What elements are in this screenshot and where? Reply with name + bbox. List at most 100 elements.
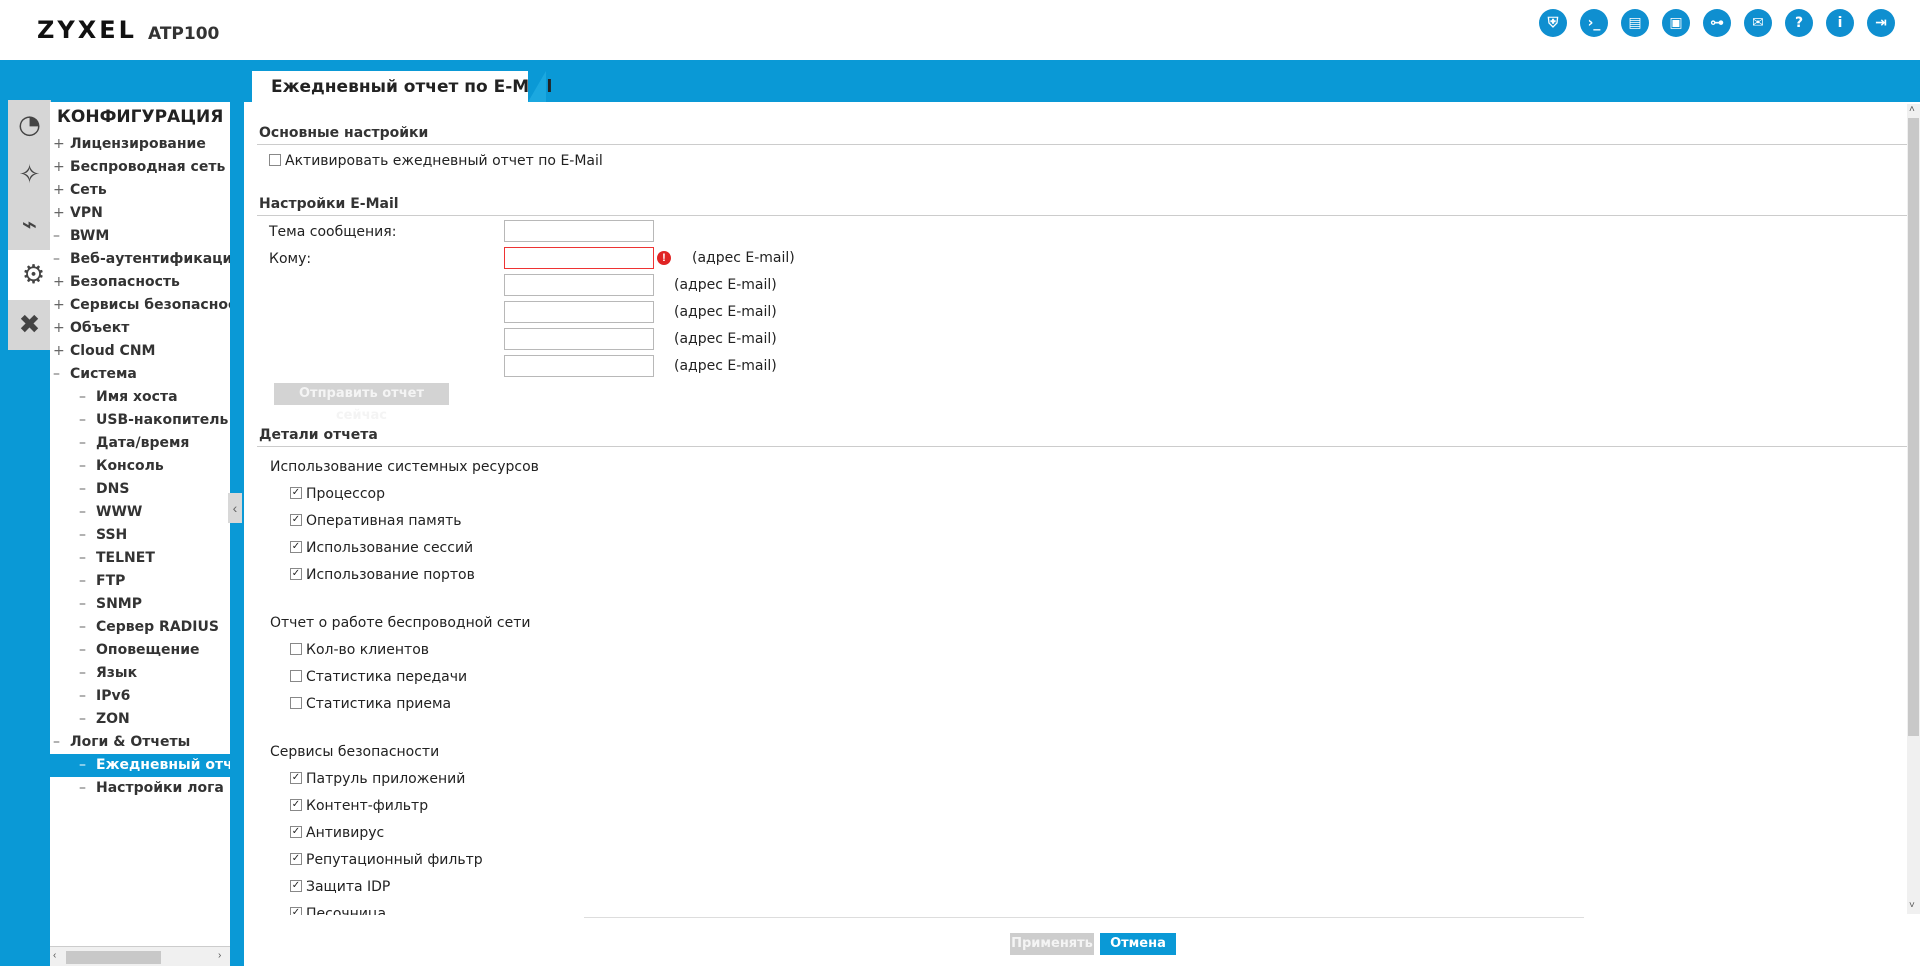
chat-icon[interactable]: ✉ bbox=[1744, 9, 1772, 37]
content-panel: Основные настройки Активировать ежедневн… bbox=[244, 102, 1920, 966]
sidebar-item[interactable]: – ZON bbox=[79, 708, 130, 731]
sidebar-item[interactable]: – Консоль bbox=[79, 455, 164, 478]
collapse-icon[interactable]: – bbox=[79, 616, 96, 639]
logout-icon[interactable]: ⇥ bbox=[1867, 9, 1895, 37]
sidebar-item[interactable]: + Cloud CNM bbox=[53, 340, 155, 363]
expand-icon[interactable]: + bbox=[53, 179, 70, 202]
collapse-icon[interactable]: – bbox=[79, 478, 96, 501]
collapse-icon[interactable]: – bbox=[53, 248, 70, 271]
sidebar-item[interactable]: – DNS bbox=[79, 478, 129, 501]
report-option-checkbox[interactable] bbox=[290, 697, 302, 709]
sidebar-item[interactable]: – TELNET bbox=[79, 547, 155, 570]
sidebar-item-label: Безопасность bbox=[70, 274, 180, 290]
collapse-icon[interactable]: – bbox=[79, 455, 96, 478]
sidebar-item[interactable]: + Беспроводная сеть bbox=[53, 156, 225, 179]
report-option-checkbox[interactable] bbox=[290, 643, 302, 655]
expand-icon[interactable]: + bbox=[53, 317, 70, 340]
report-option-checkbox[interactable]: ✓ bbox=[290, 568, 302, 580]
sidebar-item[interactable]: –Ежедневный отчет bbox=[50, 754, 230, 777]
collapse-icon[interactable]: – bbox=[79, 662, 96, 685]
sidebar-item[interactable]: – Язык bbox=[79, 662, 137, 685]
sidebar-item[interactable]: – Оповещение bbox=[79, 639, 200, 662]
collapse-icon[interactable]: – bbox=[79, 639, 96, 662]
sidebar-item[interactable]: – USB-накопитель bbox=[79, 409, 228, 432]
report-option-checkbox[interactable]: ✓ bbox=[290, 907, 302, 915]
report-option-checkbox[interactable] bbox=[290, 670, 302, 682]
sidebar-item[interactable]: + Сеть bbox=[53, 179, 107, 202]
wizard-icon[interactable]: ✧ bbox=[8, 150, 51, 200]
collapse-icon[interactable]: – bbox=[79, 708, 96, 731]
collapse-icon[interactable]: – bbox=[79, 685, 96, 708]
collapse-icon[interactable]: – bbox=[79, 409, 96, 432]
collapse-icon[interactable]: – bbox=[53, 731, 70, 754]
collapse-icon[interactable]: – bbox=[79, 524, 96, 547]
report-option-checkbox[interactable]: ✓ bbox=[290, 772, 302, 784]
sidebar-item[interactable]: + Лицензирование bbox=[53, 133, 206, 156]
report-option-label: Использование портов bbox=[306, 567, 475, 583]
nav-scroll-thumb[interactable] bbox=[66, 951, 161, 964]
expand-icon[interactable]: + bbox=[53, 156, 70, 179]
monitor-icon[interactable]: ⌁ bbox=[8, 200, 51, 250]
expand-icon[interactable]: + bbox=[53, 133, 70, 156]
collapse-icon[interactable]: – bbox=[79, 547, 96, 570]
expand-icon[interactable]: + bbox=[53, 294, 70, 317]
sidebar-item[interactable]: + VPN bbox=[53, 202, 103, 225]
report-option-checkbox[interactable]: ✓ bbox=[290, 826, 302, 838]
collapse-icon[interactable]: – bbox=[79, 501, 96, 524]
sidebar-item[interactable]: – Имя хоста bbox=[79, 386, 178, 409]
collapse-icon[interactable]: – bbox=[53, 225, 70, 248]
collapse-icon[interactable]: – bbox=[79, 386, 96, 409]
sidebar-item[interactable]: +Сервисы безопасности bbox=[53, 294, 230, 317]
collapse-icon[interactable]: – bbox=[79, 593, 96, 616]
expand-icon[interactable]: + bbox=[53, 340, 70, 363]
sidebar-item[interactable]: – IPv6 bbox=[79, 685, 130, 708]
scroll-left-icon[interactable]: ‹ bbox=[53, 950, 56, 961]
sidebar-item[interactable]: – Настройки лога bbox=[79, 777, 224, 800]
sidebar-item[interactable]: – Система bbox=[53, 363, 137, 386]
collapse-icon[interactable]: – bbox=[79, 570, 96, 593]
content-vertical-scrollbar[interactable]: ˄ ˅ bbox=[1907, 104, 1920, 914]
window-icon[interactable]: ▣ bbox=[1662, 9, 1690, 37]
expand-icon[interactable]: + bbox=[53, 271, 70, 294]
scroll-up-icon[interactable]: ˄ bbox=[1909, 104, 1915, 115]
help-icon[interactable]: ? bbox=[1785, 9, 1813, 37]
sidebar-item[interactable]: – Дата/время bbox=[79, 432, 189, 455]
collapse-icon[interactable]: – bbox=[79, 432, 96, 455]
info-icon[interactable]: i bbox=[1826, 9, 1854, 37]
cli-icon[interactable]: ▤ bbox=[1621, 9, 1649, 37]
sidebar-item[interactable]: – WWW bbox=[79, 501, 142, 524]
collapse-icon[interactable]: – bbox=[53, 363, 70, 386]
report-option-checkbox[interactable]: ✓ bbox=[290, 880, 302, 892]
report-option-checkbox[interactable]: ✓ bbox=[290, 541, 302, 553]
apply-button[interactable]: Применять bbox=[1010, 933, 1094, 955]
dashboard-icon[interactable]: ◔ bbox=[8, 100, 51, 150]
scroll-right-icon[interactable]: › bbox=[218, 950, 221, 961]
collapse-sidebar-button[interactable]: ‹ bbox=[228, 493, 242, 523]
nav-horizontal-scrollbar[interactable]: ‹ › bbox=[50, 946, 230, 966]
collapse-icon[interactable]: – bbox=[79, 754, 96, 777]
report-option-checkbox[interactable]: ✓ bbox=[290, 799, 302, 811]
sidebar-item[interactable]: – FTP bbox=[79, 570, 125, 593]
network-icon[interactable]: ⊶ bbox=[1703, 9, 1731, 37]
sidebar-item[interactable]: + Объект bbox=[53, 317, 129, 340]
sidebar-item[interactable]: + Безопасность bbox=[53, 271, 180, 294]
report-option-checkbox[interactable]: ✓ bbox=[290, 853, 302, 865]
expand-icon[interactable]: + bbox=[53, 202, 70, 225]
sidebar-item[interactable]: – Логи & Отчеты bbox=[53, 731, 190, 754]
console-icon[interactable]: ›_ bbox=[1580, 9, 1608, 37]
collapse-icon[interactable]: – bbox=[79, 777, 96, 800]
report-option-checkbox[interactable]: ✓ bbox=[290, 514, 302, 526]
sidebar-item[interactable]: – Веб-аутентификация bbox=[53, 248, 230, 271]
sidebar-item[interactable]: – BWM bbox=[53, 225, 109, 248]
sidebar-item[interactable]: – SNMP bbox=[79, 593, 142, 616]
tab-daily-report[interactable]: Ежедневный отчет по E-Mail bbox=[252, 71, 552, 102]
sidebar-item-label: Система bbox=[70, 366, 137, 382]
scroll-down-icon[interactable]: ˅ bbox=[1909, 900, 1915, 911]
maintenance-tools-icon[interactable]: ✖ bbox=[8, 300, 51, 350]
shield-icon[interactable]: ⛨ bbox=[1539, 9, 1567, 37]
report-option-checkbox[interactable]: ✓ bbox=[290, 487, 302, 499]
sidebar-item[interactable]: – SSH bbox=[79, 524, 127, 547]
cancel-button[interactable]: Отмена bbox=[1100, 933, 1176, 955]
sidebar-item[interactable]: – Сервер RADIUS bbox=[79, 616, 219, 639]
content-scroll-thumb[interactable] bbox=[1908, 118, 1919, 736]
